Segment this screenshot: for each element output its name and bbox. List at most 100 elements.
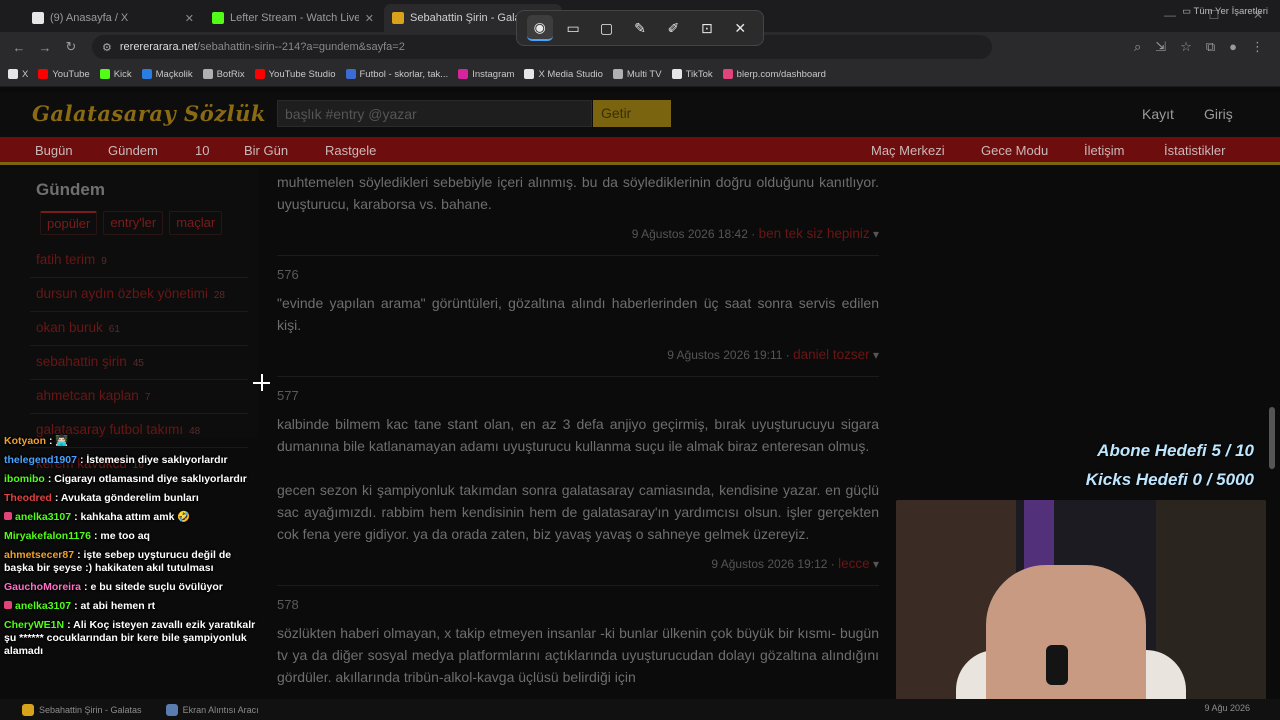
nav-item-bir-gun[interactable]: Bir Gün [244, 143, 288, 158]
entry: 578 sözlükten haberi olmayan, x takip etm… [277, 594, 879, 688]
nav-item-gundem[interactable]: Gündem [108, 143, 158, 158]
reload-icon[interactable]: ↻ [58, 39, 84, 55]
tab-title: Lefter Stream - Watch Live on Kick [230, 12, 359, 24]
search-input[interactable]: başlık #entry @yazar [277, 100, 592, 127]
extensions-icon[interactable]: ⧉ [1206, 39, 1215, 55]
chat-username[interactable]: thelegend1907 [4, 454, 77, 466]
edit-icon[interactable]: ✎ [627, 15, 653, 41]
tab-close-icon[interactable]: ✕ [185, 12, 194, 25]
nav-item-rastgele[interactable]: Rastgele [325, 143, 376, 158]
site-info-icon[interactable]: ⚙ [102, 41, 112, 54]
tab-entryler[interactable]: entry'ler [103, 211, 164, 235]
bookmark-item[interactable]: YouTube [38, 69, 90, 80]
tab-maclar[interactable]: maçlar [169, 211, 223, 235]
entry-date[interactable]: 9 Ağustos 2026 19:11 [667, 348, 782, 362]
browser-tab[interactable]: (9) Anasayfa / X ✕ [24, 4, 202, 32]
entry-date[interactable]: 9 Ağustos 2026 18:42 [632, 227, 748, 241]
login-link[interactable]: Giriş [1204, 106, 1233, 122]
search-button[interactable]: Getir [593, 100, 671, 127]
chat-text: : at abi hemen rt [74, 600, 156, 612]
topic-label: sebahattin şirin [36, 354, 127, 369]
bookmark-item[interactable]: Maçkolik [141, 69, 193, 80]
back-icon[interactable]: ← [6, 40, 32, 55]
chat-username[interactable]: ibomibo [4, 473, 45, 485]
nav-item-10[interactable]: 10 [195, 143, 209, 158]
nav-item-istatistikler[interactable]: İstatistikler [1164, 143, 1225, 158]
bookmark-item[interactable]: X Media Studio [524, 68, 603, 80]
bookmark-label: TikTok [685, 68, 713, 80]
entry-divider [277, 376, 879, 377]
chat-username[interactable]: Miryakefalon1176 [4, 530, 91, 542]
chat-username[interactable]: Theodred [4, 492, 52, 504]
site-logo[interactable]: Galatasaray Sözlük [32, 101, 266, 126]
chat-username[interactable]: anelka3107 [15, 511, 71, 523]
topic-item[interactable]: ahmetcan kaplan 7 [30, 380, 248, 414]
all-bookmarks-link[interactable]: ▭ Tüm Yer İşaretleri [1182, 6, 1268, 17]
author-dropdown-icon[interactable]: ▾ [870, 557, 879, 571]
entry-author[interactable]: lecce [838, 556, 870, 571]
site-header: Galatasaray Sözlük başlık #entry @yazar … [0, 92, 1280, 137]
topic-label: okan buruk [36, 320, 103, 335]
menu-icon[interactable]: ⋮ [1251, 39, 1264, 55]
topic-item[interactable]: sebahattin şirin 45 [30, 346, 248, 380]
entry: 577 kalbinde bilmem kac tane stant olan, … [277, 385, 879, 586]
meta-separator: · [747, 227, 759, 241]
topic-item[interactable]: dursun aydın özbek yönetimi 28 [30, 278, 248, 312]
author-dropdown-icon[interactable]: ▾ [870, 348, 879, 362]
entry-text: gecen sezon ki şampiyonluk takımdan sonr… [277, 482, 879, 542]
chat-username[interactable]: GauchoMoreira [4, 581, 81, 593]
chat-username[interactable]: CheryWE1N [4, 619, 64, 631]
author-dropdown-icon[interactable]: ▾ [870, 227, 879, 241]
nav-item-bugun[interactable]: Bugün [35, 143, 73, 158]
video-icon[interactable]: ▭ [560, 15, 586, 41]
topic-item[interactable]: okan buruk 61 [30, 312, 248, 346]
bookmarks-bar: X YouTube Kick Maçkolik BotRix YouTube Studio… [0, 62, 1280, 87]
entry-author[interactable]: ben tek siz hepiniz [759, 226, 870, 241]
chat-message: ibomibo: Cigarayı otlamasınd diye saklıy… [0, 470, 260, 489]
chat-username[interactable]: Kotyaon [4, 435, 46, 447]
zoom-icon[interactable]: ⌕ [1134, 39, 1141, 55]
camera-icon[interactable]: ◉ [526, 15, 553, 41]
tab-populer[interactable]: popüler [40, 211, 98, 235]
register-link[interactable]: Kayıt [1142, 106, 1174, 122]
entry-date[interactable]: 9 Ağustos 2026 19:12 [711, 557, 827, 571]
nav-item-iletisim[interactable]: İletişim [1084, 143, 1124, 158]
bookmark-item[interactable]: X [8, 69, 28, 80]
topic-item[interactable]: fatih terim 9 [30, 244, 248, 278]
browser-tab[interactable]: Lefter Stream - Watch Live on Kick ✕ [204, 4, 382, 32]
kick-icon [212, 12, 224, 24]
bookmark-label: X Media Studio [538, 68, 603, 80]
tab-close-icon[interactable]: ✕ [365, 12, 374, 25]
pen-icon[interactable]: ✐ [660, 15, 686, 41]
taskbar-browser[interactable]: Sebahattin Şirin - Galatas [14, 703, 150, 716]
chat-username[interactable]: ahmetsecer87 [4, 549, 74, 561]
bookmark-item[interactable]: blerp.com/dashboard [722, 68, 826, 80]
scrollbar-thumb[interactable] [1269, 407, 1275, 469]
entry: muhtemelen söyledikleri sebebiyle içeri … [277, 171, 879, 256]
entry-number: 577 [277, 388, 299, 403]
close-icon[interactable]: ✕ [727, 15, 753, 41]
taskbar-snipping-tool[interactable]: Ekran Alıntısı Aracı [158, 703, 267, 716]
bookmark-label: blerp.com/dashboard [736, 68, 826, 80]
forward-icon[interactable]: → [32, 40, 58, 55]
bookmark-item[interactable]: YouTube Studio [254, 69, 336, 80]
stream-chat: Kotyaon: 👨🏻‍💻 thelegend1907: İstemesin di… [0, 432, 260, 707]
bookmark-icon [38, 69, 49, 79]
bookmark-item[interactable]: Futbol - skorlar, tak... [345, 69, 448, 80]
nav-item-gece-modu[interactable]: Gece Modu [981, 143, 1048, 158]
entry-author[interactable]: daniel tozser [793, 347, 870, 362]
bookmark-item[interactable]: BotRix [202, 69, 245, 80]
text-extract-icon[interactable]: ⊡ [694, 15, 720, 41]
bookmark-item[interactable]: Multi TV [612, 69, 662, 80]
rectangle-mode-icon[interactable]: ▢ [594, 15, 620, 41]
page-scrollbar[interactable] [1268, 92, 1276, 712]
bookmark-item[interactable]: TikTok [671, 68, 713, 80]
bookmark-icon [254, 69, 265, 79]
bookmark-item[interactable]: Kick [99, 69, 132, 80]
bookmark-item[interactable]: Instagram [458, 69, 514, 80]
install-icon[interactable]: ⇲ [1155, 39, 1166, 55]
nav-item-mac-merkezi[interactable]: Maç Merkezi [871, 143, 945, 158]
bookmark-star-icon[interactable]: ☆ [1180, 39, 1192, 55]
profile-avatar[interactable]: ● [1229, 39, 1237, 55]
chat-username[interactable]: anelka3107 [15, 600, 71, 612]
